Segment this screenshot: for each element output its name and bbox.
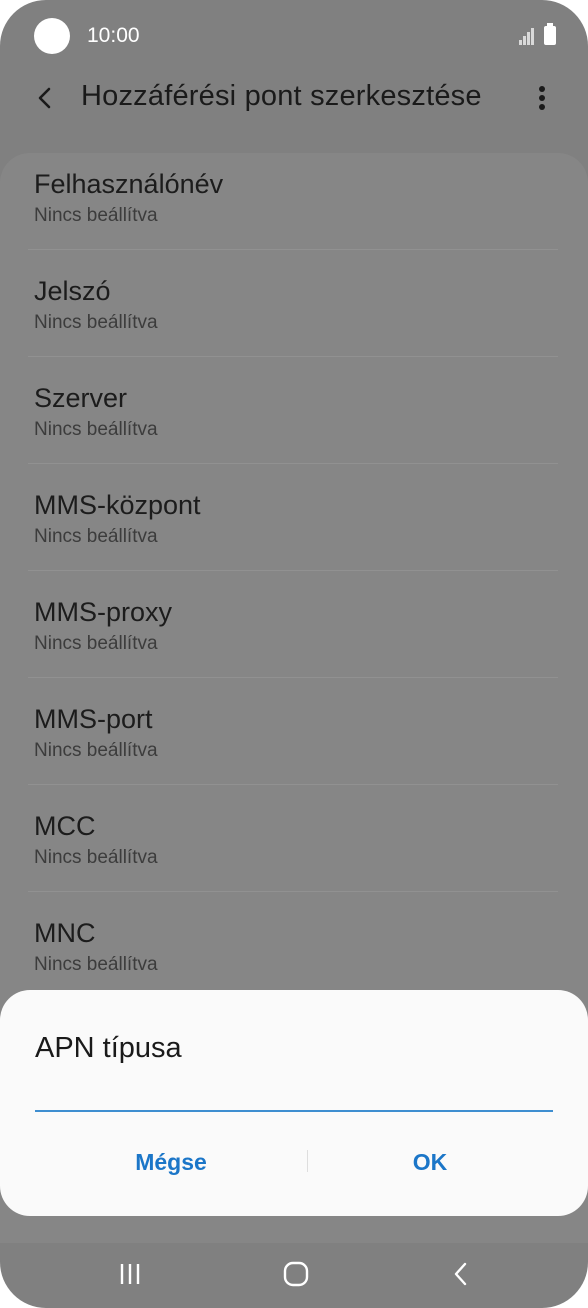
phone-screen: 10:00 Hozzáférési pont szerkesztése Felh… <box>0 0 588 1308</box>
navigation-bar <box>0 1243 588 1308</box>
status-time: 10:00 <box>87 24 140 47</box>
battery-icon <box>544 23 556 45</box>
home-button[interactable] <box>278 1257 314 1291</box>
apn-type-input[interactable] <box>35 1076 553 1112</box>
list-item-password[interactable]: Jelszó Nincs beállítva <box>34 260 558 367</box>
back-arrow-icon <box>38 87 51 109</box>
divider <box>28 891 558 892</box>
list-item-mms-proxy[interactable]: MMS-proxy Nincs beállítva <box>34 581 558 688</box>
more-options-button[interactable] <box>530 80 554 116</box>
list-item-title: MMS-port <box>34 704 153 734</box>
list-item-server[interactable]: Szerver Nincs beállítva <box>34 367 558 474</box>
list-item-value: Nincs beállítva <box>34 740 158 761</box>
page-title: Hozzáférési pont szerkesztése <box>81 80 482 112</box>
back-icon <box>454 1262 467 1286</box>
divider <box>28 249 558 250</box>
list-item-value: Nincs beállítva <box>34 847 158 868</box>
list-item-mcc[interactable]: MCC Nincs beállítva <box>34 795 558 902</box>
signal-icon <box>519 27 537 45</box>
list-item-title: Szerver <box>34 383 128 413</box>
app-bar: Hozzáférési pont szerkesztése <box>0 70 588 126</box>
home-icon <box>283 1261 309 1287</box>
list-item-title: MCC <box>34 811 96 841</box>
divider <box>28 570 558 571</box>
list-item-value: Nincs beállítva <box>34 633 158 654</box>
divider <box>28 463 558 464</box>
list-item-value: Nincs beállítva <box>34 419 158 440</box>
dialog-title: APN típusa <box>35 1032 182 1064</box>
list-item-title: MNC <box>34 918 96 948</box>
ok-button[interactable]: OK <box>300 1140 560 1184</box>
recent-apps-button[interactable] <box>112 1259 148 1289</box>
list-item-mms-port[interactable]: MMS-port Nincs beállítva <box>34 688 558 795</box>
list-item-value: Nincs beállítva <box>34 526 158 547</box>
divider <box>28 677 558 678</box>
list-item-title: Felhasználónév <box>34 169 224 199</box>
list-item-title: MMS-proxy <box>34 597 173 627</box>
camera-cutout <box>34 18 70 54</box>
divider <box>28 784 558 785</box>
list-item-mms-center[interactable]: MMS-központ Nincs beállítva <box>34 474 558 581</box>
list-item-username[interactable]: Felhasználónév Nincs beállítva <box>34 153 558 260</box>
status-bar: 10:00 <box>0 0 588 76</box>
cancel-button[interactable]: Mégse <box>41 1140 301 1184</box>
recent-apps-icon <box>120 1264 140 1284</box>
list-item-title: MMS-központ <box>34 490 201 520</box>
list-item-value: Nincs beállítva <box>34 205 158 226</box>
list-item-value: Nincs beállítva <box>34 312 158 333</box>
back-button[interactable] <box>30 76 66 120</box>
nav-back-button[interactable] <box>446 1257 476 1291</box>
list-item-title: Jelszó <box>34 276 111 306</box>
divider <box>28 356 558 357</box>
apn-type-dialog: APN típusa Mégse OK <box>0 990 588 1216</box>
list-item-value: Nincs beállítva <box>34 954 158 975</box>
